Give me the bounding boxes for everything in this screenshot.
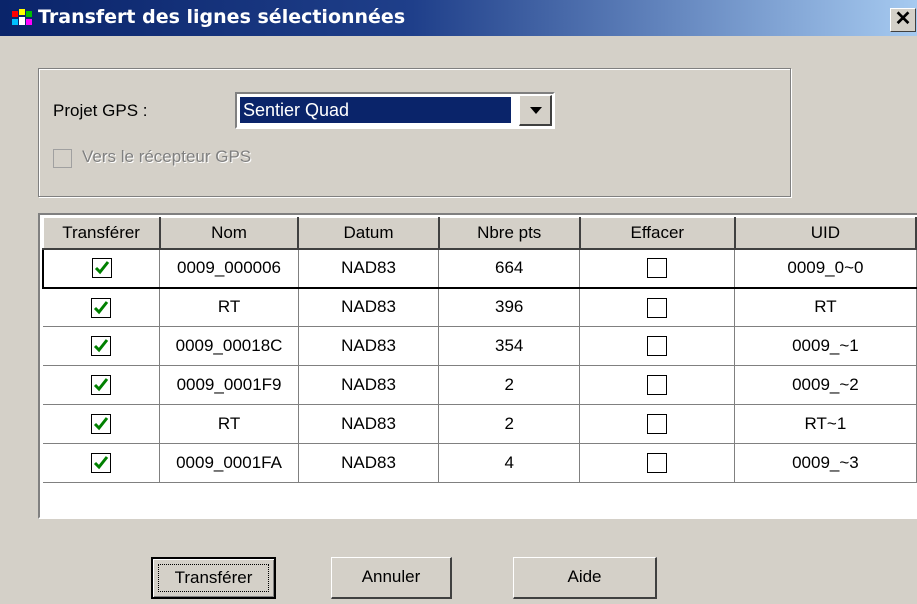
projet-gps-value: Sentier Quad [239, 96, 512, 124]
effacer-cell [579, 247, 736, 289]
transferer-checkbox[interactable] [91, 375, 112, 396]
chevron-down-icon[interactable] [519, 95, 552, 126]
transferer-cell [43, 404, 161, 444]
annuler-button-label: Annuler [361, 567, 421, 586]
effacer-cell [579, 443, 736, 483]
transferer-checkbox[interactable] [91, 414, 112, 435]
cell-nom[interactable]: 0009_0001FA [159, 443, 299, 483]
effacer-checkbox[interactable] [647, 453, 668, 474]
cell-datum[interactable]: NAD83 [298, 247, 440, 289]
cell-uid[interactable]: 0009_~2 [734, 365, 917, 405]
checkmark-icon [94, 261, 109, 275]
col-header-transferer[interactable]: Transférer [42, 217, 161, 250]
cell-datum[interactable]: NAD83 [298, 287, 440, 327]
col-header-uid[interactable]: UID [734, 217, 917, 250]
effacer-checkbox[interactable] [647, 336, 668, 357]
cell-uid[interactable]: RT [734, 287, 917, 327]
effacer-cell [579, 326, 736, 366]
effacer-cell [579, 287, 736, 327]
effacer-checkbox[interactable] [647, 375, 668, 396]
receiver-checkbox [53, 149, 72, 168]
transferer-cell [42, 247, 161, 289]
table-row[interactable]: RT NAD83 2 RT~1 [43, 404, 917, 444]
transferer-button[interactable]: Transférer [151, 557, 276, 599]
table-header-row: Transférer Nom Datum Nbre pts Effacer UI… [42, 217, 917, 250]
cell-datum[interactable]: NAD83 [298, 326, 440, 366]
transferer-cell [43, 443, 161, 483]
cell-nbre-pts[interactable]: 354 [438, 326, 581, 366]
checkmark-icon [94, 339, 109, 353]
transferer-checkbox[interactable] [91, 258, 112, 279]
transferer-cell [43, 326, 161, 366]
project-groupbox [38, 68, 791, 197]
cell-nom[interactable]: RT [159, 287, 299, 327]
cell-nbre-pts[interactable]: 396 [438, 287, 581, 327]
transferer-checkbox[interactable] [91, 336, 112, 357]
transferer-checkbox[interactable] [91, 297, 112, 318]
table-row[interactable]: 0009_0001F9 NAD83 2 0009_~2 [43, 365, 917, 405]
effacer-cell [579, 365, 736, 405]
cell-nbre-pts[interactable]: 664 [438, 247, 581, 289]
cell-uid[interactable]: 0009_0~0 [734, 247, 917, 289]
cell-uid[interactable]: 0009_~3 [734, 443, 917, 483]
col-header-datum[interactable]: Datum [297, 217, 440, 250]
checkmark-icon [94, 417, 109, 431]
checkmark-icon [94, 378, 109, 392]
cell-uid[interactable]: RT~1 [734, 404, 917, 444]
effacer-checkbox[interactable] [647, 414, 668, 435]
cell-nom[interactable]: 0009_0001F9 [159, 365, 299, 405]
cell-datum[interactable]: NAD83 [298, 404, 440, 444]
receiver-label: Vers le récepteur GPS [82, 147, 252, 166]
cell-nom[interactable]: 0009_000006 [159, 247, 299, 289]
lines-table: Transférer Nom Datum Nbre pts Effacer UI… [42, 217, 917, 483]
aide-button[interactable]: Aide [513, 557, 657, 599]
close-button[interactable]: ✕ [890, 8, 916, 32]
cell-uid[interactable]: 0009_~1 [734, 326, 917, 366]
cell-nbre-pts[interactable]: 2 [438, 404, 581, 444]
cell-nbre-pts[interactable]: 4 [438, 443, 581, 483]
cell-nbre-pts[interactable]: 2 [438, 365, 581, 405]
col-header-nbre-pts[interactable]: Nbre pts [438, 217, 581, 250]
annuler-button[interactable]: Annuler [331, 557, 452, 599]
table-row[interactable]: 0009_0001FA NAD83 4 0009_~3 [43, 443, 917, 483]
window-title: Transfert des lignes sélectionnées [38, 6, 406, 28]
effacer-checkbox[interactable] [647, 258, 668, 279]
transferer-cell [43, 287, 161, 327]
lines-grid[interactable]: Transférer Nom Datum Nbre pts Effacer UI… [38, 213, 917, 519]
cell-datum[interactable]: NAD83 [298, 443, 440, 483]
title-bar: Transfert des lignes sélectionnées ✕ [0, 0, 917, 36]
checkmark-icon [94, 456, 109, 470]
transferer-checkbox[interactable] [91, 453, 112, 474]
table-row[interactable]: RT NAD83 396 RT [43, 287, 917, 327]
aide-button-label: Aide [567, 567, 602, 586]
effacer-checkbox[interactable] [647, 297, 668, 318]
close-icon: ✕ [894, 8, 912, 30]
projet-gps-combobox[interactable]: Sentier Quad [235, 92, 555, 129]
app-icon [12, 9, 32, 25]
table-row[interactable]: 0009_00018C NAD83 354 0009_~1 [43, 326, 917, 366]
checkmark-icon [94, 300, 109, 314]
cell-nom[interactable]: 0009_00018C [159, 326, 299, 366]
focus-rect [158, 564, 269, 592]
table-row[interactable]: 0009_000006 NAD83 664 0009_0~0 [42, 247, 917, 289]
cell-nom[interactable]: RT [159, 404, 299, 444]
projet-gps-label: Projet GPS : [53, 101, 148, 120]
transferer-cell [43, 365, 161, 405]
effacer-cell [579, 404, 736, 444]
cell-datum[interactable]: NAD83 [298, 365, 440, 405]
col-header-effacer[interactable]: Effacer [579, 217, 736, 250]
col-header-nom[interactable]: Nom [159, 217, 300, 250]
